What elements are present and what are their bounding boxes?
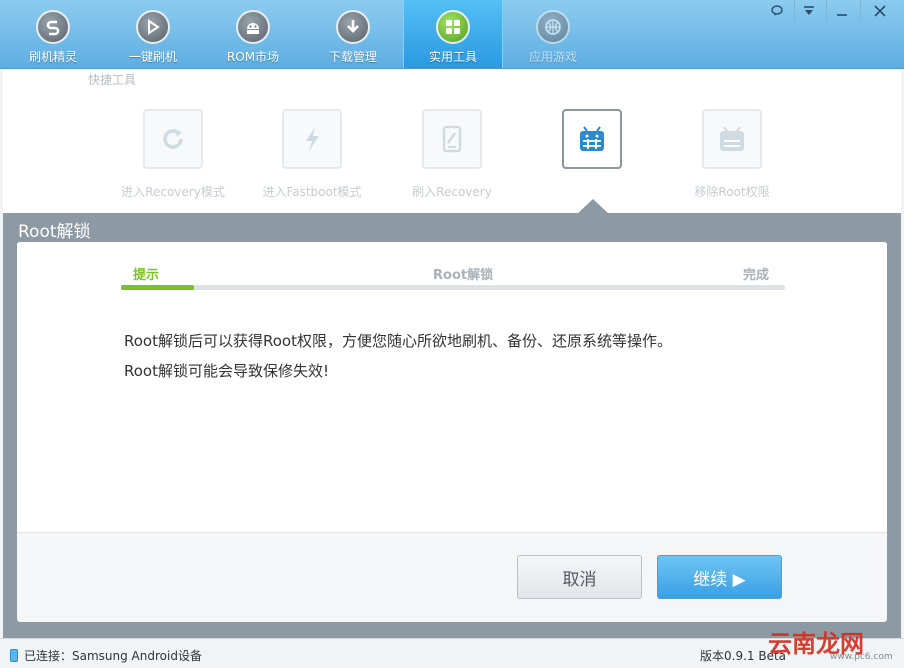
refresh-icon: [143, 109, 203, 169]
menu-button[interactable]: [794, 0, 823, 22]
feedback-button[interactable]: [764, 0, 790, 22]
tool-label: 刷入Recovery: [412, 185, 492, 199]
grid-tools-icon: [436, 10, 470, 44]
tab-label: 实用工具: [428, 50, 477, 64]
tool-enter-recovery[interactable]: 进入Recovery模式: [98, 109, 248, 200]
progress-fill: [121, 285, 195, 290]
tab-label: ROM市场: [226, 50, 280, 64]
panel-content: 提示 Root解锁 完成 Root解锁后可以获得Root权限，方便您随心所欲地刷…: [17, 242, 887, 533]
close-icon: [874, 5, 886, 17]
tool-label: 进入Recovery模式: [121, 185, 225, 199]
lightning-icon: [282, 109, 342, 169]
quick-tools-section: 快捷工具 进入Recovery模式 进入Fastboot模式 刷入Recover…: [3, 69, 901, 213]
tab-label: 下载管理: [328, 50, 377, 64]
tool-label: 进入Fastboot模式: [262, 185, 362, 199]
root-unlock-panel: 提示 Root解锁 完成 Root解锁后可以获得Root权限，方便您随心所欲地刷…: [17, 242, 887, 622]
continue-button[interactable]: 继续 ▶: [657, 555, 782, 599]
tab-flash-wizard[interactable]: 刷机精灵: [3, 0, 103, 68]
root-unlock-panel-frame: Root解锁 提示 Root解锁 完成 Root解锁后可以获得Root权限，方便…: [3, 199, 901, 638]
step-hint: 提示: [133, 268, 160, 283]
tab-one-click-flash[interactable]: 一键刷机: [103, 0, 203, 68]
connection-text: 已连接：Samsung Android设备: [24, 649, 202, 663]
progress-track: [121, 285, 785, 290]
app-window: 刷机精灵 一键刷机 ROM市场 下载管理 实用工具 应用游戏 快捷工具 进入Re…: [0, 0, 904, 668]
tool-remove-root[interactable]: 移除Root权限: [657, 109, 807, 200]
android-unlock-icon: [562, 109, 622, 169]
close-button[interactable]: [860, 0, 899, 22]
tab-label: 一键刷机: [128, 50, 177, 64]
flash-wizard-icon: [36, 10, 70, 44]
speech-bubble-icon: [771, 5, 783, 16]
quick-tools-title: 快捷工具: [88, 73, 137, 87]
panel-title: Root解锁: [18, 222, 91, 242]
tool-flash-recovery[interactable]: 刷入Recovery: [377, 109, 527, 200]
phone-icon: [10, 649, 18, 662]
tab-label: 刷机精灵: [28, 50, 77, 64]
minimize-icon: [837, 14, 847, 16]
tool-root-unlock[interactable]: [517, 109, 667, 183]
cancel-button[interactable]: 取消: [517, 555, 642, 599]
top-navigation-bar: 刷机精灵 一键刷机 ROM市场 下载管理 实用工具 应用游戏: [0, 0, 904, 69]
minimize-button[interactable]: [826, 0, 857, 22]
play-icon: [136, 10, 170, 44]
tab-download-manager[interactable]: 下载管理: [303, 0, 403, 68]
tab-utilities[interactable]: 实用工具: [403, 0, 503, 68]
menu-dropdown-icon: [804, 6, 814, 15]
message-line-2: Root解锁可能会导致保修失效!: [124, 362, 329, 380]
watermark-url: www.pc6.com: [830, 652, 893, 662]
message-line-1: Root解锁后可以获得Root权限，方便您随心所欲地刷机、备份、还原系统等操作。: [124, 332, 672, 350]
android-icon: [236, 10, 270, 44]
tool-label: 移除Root权限: [694, 185, 770, 199]
tab-apps-games[interactable]: 应用游戏: [503, 0, 603, 68]
step-root-unlock: Root解锁: [433, 268, 494, 283]
download-icon: [336, 10, 370, 44]
android-remove-icon: [702, 109, 762, 169]
tab-rom-market[interactable]: ROM市场: [203, 0, 303, 68]
connection-status: 已连接：Samsung Android设备: [10, 647, 202, 664]
step-complete: 完成: [743, 268, 770, 283]
basketball-icon: [536, 10, 570, 44]
tab-label: 应用游戏: [528, 50, 577, 64]
tablet-icon: [422, 109, 482, 169]
selection-pointer: [577, 199, 609, 214]
tool-enter-fastboot[interactable]: 进入Fastboot模式: [237, 109, 387, 200]
